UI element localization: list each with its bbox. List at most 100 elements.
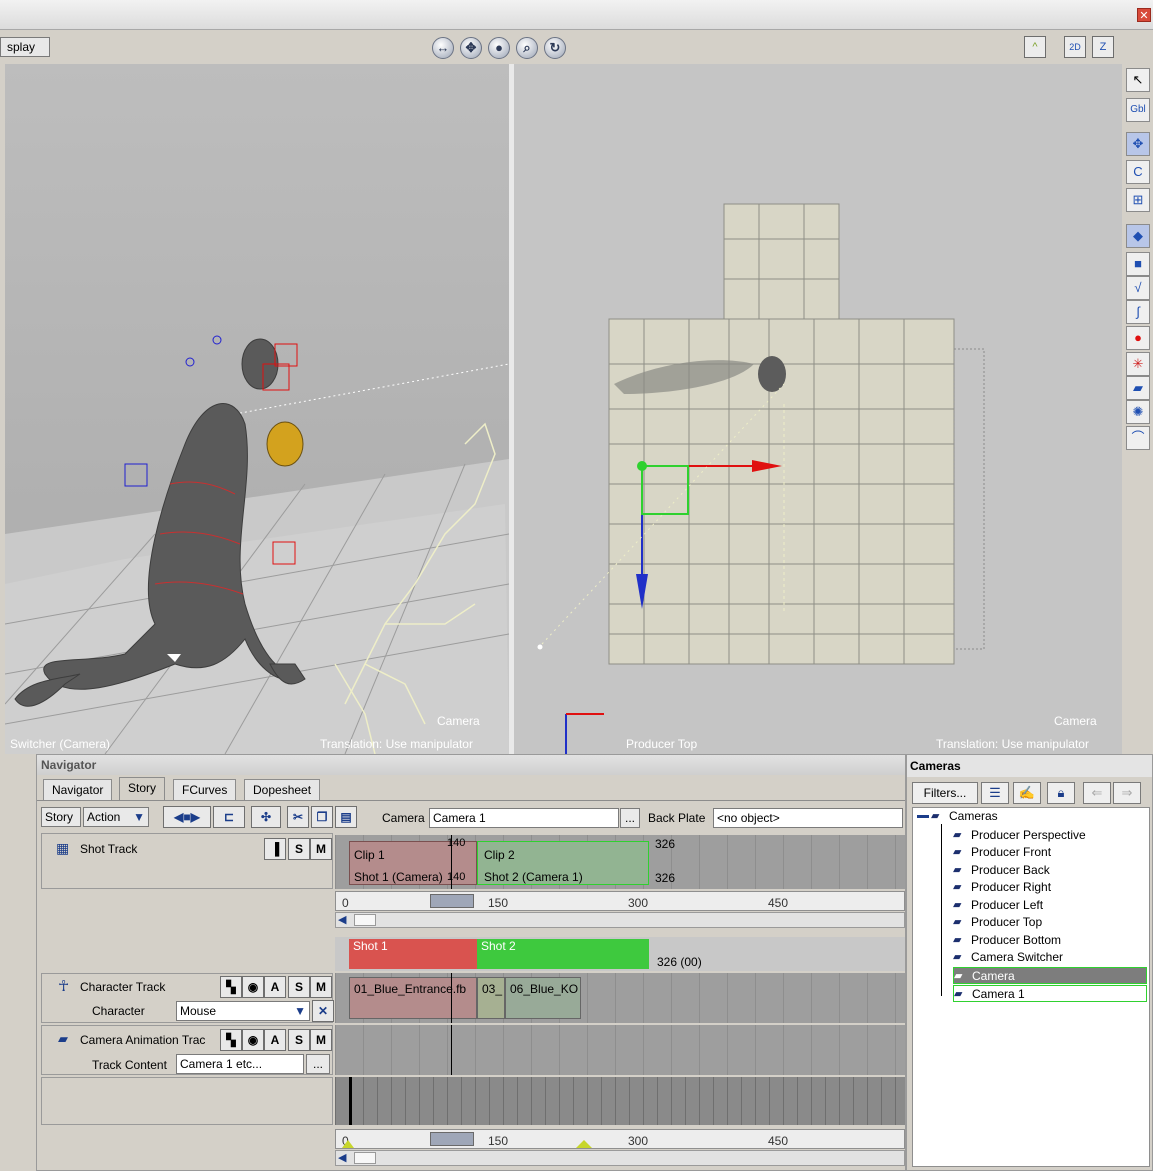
move-clip-icon[interactable]: ◀■▶ [163, 806, 211, 828]
list-view-icon[interactable]: ☰ [981, 782, 1009, 804]
paste-icon[interactable]: ▤ [335, 806, 357, 828]
camera-track-props-icon[interactable]: ▚ [220, 1029, 242, 1051]
split-icon[interactable]: ✣ [251, 806, 281, 828]
curve-icon[interactable]: ^ [1024, 36, 1046, 58]
character-clip-1[interactable]: 01_Blue_Entrance.fb [349, 977, 477, 1019]
hook-icon[interactable]: ⌒ [1126, 426, 1150, 450]
tree-item-producer-back[interactable]: ▰ Producer Back [953, 862, 1147, 879]
start-marker-icon[interactable] [342, 1140, 354, 1148]
record-icon[interactable]: ● [1126, 326, 1150, 350]
character-track-mute-button[interactable]: M [310, 976, 332, 998]
viewport-producer-top[interactable]: Camera Producer Top Translation: Use man… [514, 64, 1122, 754]
orbit-icon[interactable]: ● [488, 37, 510, 59]
camera-track-solo-button[interactable]: S [288, 1029, 310, 1051]
shot-ruler[interactable]: 0 150 300 450 [335, 891, 905, 911]
shot-track-mute-button[interactable]: M [310, 838, 332, 860]
scroll-thumb[interactable] [354, 1152, 376, 1164]
camera-browse-button[interactable]: ... [620, 808, 640, 828]
character-dropdown[interactable]: Mouse ▼ [176, 1001, 310, 1021]
shot-track-solo-button[interactable]: S [288, 838, 310, 860]
shot-scrollbar[interactable]: ◀ [335, 912, 905, 928]
playhead[interactable] [451, 973, 452, 1023]
translate-icon[interactable]: ✥ [1126, 132, 1150, 156]
bottom-scrollbar[interactable]: ◀ [335, 1150, 905, 1166]
scale-icon[interactable]: ⊞ [1126, 188, 1150, 212]
draw-icon[interactable]: Z [1092, 36, 1114, 58]
back-arrow-icon[interactable]: ⇐ [1083, 782, 1111, 804]
global-icon[interactable]: Gbl [1126, 98, 1150, 122]
character-clip-2[interactable]: 03_ [477, 977, 505, 1019]
playhead[interactable] [451, 835, 452, 889]
camera-tool-icon[interactable]: ▰ [1126, 376, 1150, 400]
cube-icon[interactable]: ■ [1126, 252, 1150, 276]
tree-item-producer-right[interactable]: ▰ Producer Right [953, 879, 1147, 896]
rotate-icon[interactable]: C [1126, 160, 1150, 184]
display-button[interactable]: splay [0, 37, 50, 57]
shot-track-timeline[interactable]: Clip 1 Shot 1 (Camera) Clip 2 Shot 2 (Ca… [335, 835, 905, 889]
scroll-left-icon[interactable]: ◀ [338, 913, 346, 926]
tree-item-producer-perspective[interactable]: ▰ Producer Perspective [953, 827, 1147, 844]
empty-track-timeline[interactable] [335, 1077, 905, 1125]
tab-navigator[interactable]: Navigator [43, 779, 113, 801]
camera-track-timeline[interactable] [335, 1025, 905, 1075]
tree-item-camera-switcher[interactable]: ▰ Camera Switcher [953, 949, 1147, 966]
pin-icon[interactable]: ✍ [1013, 782, 1041, 804]
zoom-2d-icon[interactable]: 2D [1064, 36, 1086, 58]
time-range-handle[interactable] [430, 1132, 474, 1146]
character-track-a-button[interactable]: A [264, 976, 286, 998]
scroll-left-icon[interactable]: ◀ [338, 1151, 346, 1164]
path-tool-icon[interactable]: ∫ [1126, 300, 1150, 324]
light-icon[interactable]: ✺ [1126, 400, 1150, 424]
bottom-ruler[interactable]: 0 150 300 450 [335, 1129, 905, 1149]
viewport-switcher[interactable]: Camera Switcher (Camera) Translation: Us… [5, 64, 509, 754]
curve-tool-icon[interactable]: √ [1126, 276, 1150, 300]
forward-arrow-icon[interactable]: ⇒ [1113, 782, 1141, 804]
move-icon[interactable]: ✥ [460, 37, 482, 59]
time-range-handle[interactable] [430, 894, 474, 908]
ripple-icon[interactable]: ⊏ [213, 806, 245, 828]
track-content-browse-button[interactable]: ... [306, 1054, 330, 1074]
playhead[interactable] [451, 1025, 452, 1075]
lock-icon[interactable]: 🔒︎ [1047, 782, 1075, 804]
track-content-field[interactable]: Camera 1 etc... [176, 1054, 304, 1074]
tree-item-producer-front[interactable]: ▰ Producer Front [953, 844, 1147, 861]
close-button[interactable]: ✕ [1137, 8, 1151, 22]
character-track-timeline[interactable]: 01_Blue_Entrance.fb 03_ 06_Blue_KO [335, 973, 905, 1023]
tab-story[interactable]: Story [119, 777, 166, 801]
tab-dopesheet[interactable]: Dopesheet [244, 779, 321, 801]
camera-track-eye-icon[interactable]: ◉ [242, 1029, 264, 1051]
filters-button[interactable]: Filters... [912, 782, 978, 804]
scroll-thumb[interactable] [354, 914, 376, 926]
pan-icon[interactable]: ↔ [432, 37, 454, 59]
story-mode-button[interactable]: Story [41, 807, 81, 827]
clip-2[interactable]: Clip 2 Shot 2 (Camera 1) [477, 841, 649, 885]
tree-root-cameras[interactable]: ▰ Cameras [931, 808, 1125, 825]
back-plate-field[interactable]: <no object> [713, 808, 903, 828]
tab-fcurves[interactable]: FCurves [173, 779, 237, 801]
sparkle-icon[interactable]: ✳ [1126, 352, 1150, 376]
shot-2-bar[interactable]: Shot 2 [477, 939, 649, 969]
tree-item-camera[interactable]: ▰ Camera [953, 967, 1147, 984]
character-track-solo-button[interactable]: S [288, 976, 310, 998]
zoom-icon[interactable]: ⌕ [516, 37, 538, 59]
tree-item-producer-top[interactable]: ▰ Producer Top [953, 914, 1147, 931]
character-pick-icon[interactable]: ✕ [312, 1000, 334, 1022]
shot-track-film-icon[interactable]: ▐ [264, 838, 286, 860]
tree-item-producer-left[interactable]: ▰ Producer Left [953, 897, 1147, 914]
select-arrow-icon[interactable]: ↖ [1126, 68, 1150, 92]
object-select-icon[interactable]: ◆ [1126, 224, 1150, 248]
camera-field[interactable]: Camera 1 [429, 808, 619, 828]
character-clip-3[interactable]: 06_Blue_KO [505, 977, 581, 1019]
copy-icon[interactable]: ❐ [311, 806, 333, 828]
camera-track-a-button[interactable]: A [264, 1029, 286, 1051]
shot-1-bar[interactable]: Shot 1 [349, 939, 477, 969]
action-dropdown[interactable]: Action ▼ [83, 807, 149, 827]
reset-icon[interactable]: ↻ [544, 37, 566, 59]
tree-item-producer-bottom[interactable]: ▰ Producer Bottom [953, 932, 1147, 949]
character-track-eye-icon[interactable]: ◉ [242, 976, 264, 998]
current-marker-icon[interactable] [576, 1140, 592, 1148]
character-track-props-icon[interactable]: ▚ [220, 976, 242, 998]
cut-icon[interactable]: ✂ [287, 806, 309, 828]
collapse-icon[interactable] [917, 815, 929, 818]
tree-item-camera-1[interactable]: ▰ Camera 1 [953, 985, 1147, 1002]
